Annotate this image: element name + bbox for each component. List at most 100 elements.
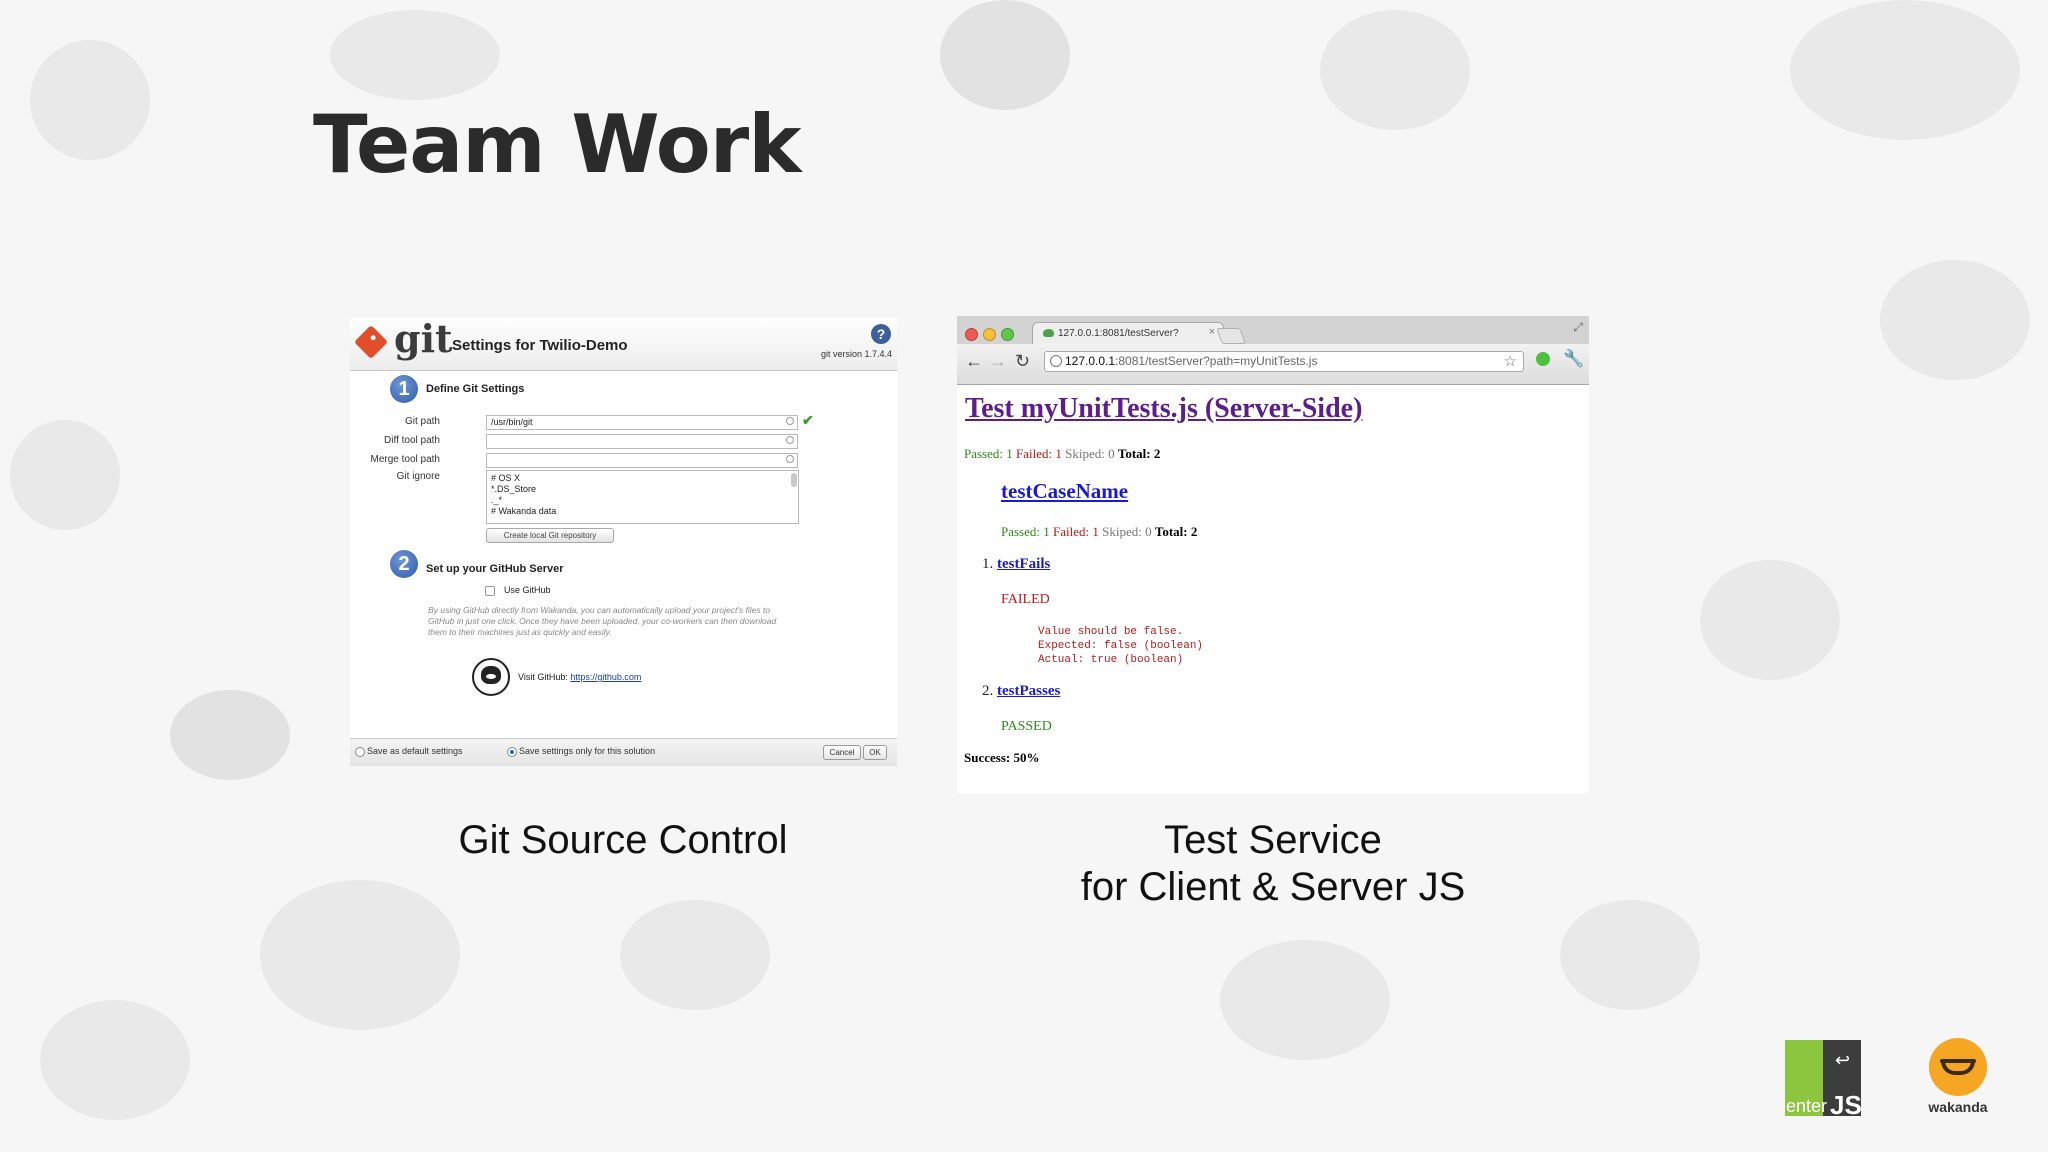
use-github-checkbox[interactable] xyxy=(485,586,495,596)
test-item: 2. testPasses xyxy=(982,683,1060,700)
octocat-icon xyxy=(472,658,510,696)
search-icon xyxy=(786,417,794,425)
git-path-value: /usr/bin/git xyxy=(491,417,533,427)
git-dialog-footer: Save as default settings Save settings o… xyxy=(350,738,897,766)
page-heading[interactable]: Test myUnitTests.js (Server-Side) xyxy=(965,393,1362,425)
total-count: Total: 2 xyxy=(1154,524,1198,539)
total-count: Total: 2 xyxy=(1117,446,1161,461)
wakanda-text: wakanda xyxy=(1928,1099,1988,1115)
textarea-scrollbar[interactable] xyxy=(791,473,797,487)
github-description: By using GitHub directly from Wakanda, y… xyxy=(428,605,777,637)
merge-tool-input[interactable] xyxy=(486,453,798,468)
git-dialog-title: Settings for Twilio-Demo xyxy=(452,337,628,354)
extension-icon[interactable] xyxy=(1536,352,1550,366)
visit-github-label: Visit GitHub: xyxy=(518,672,568,682)
git-logo-text: git xyxy=(394,318,453,361)
save-solution-radio[interactable] xyxy=(507,747,517,757)
failure-message: Value should be false. Expected: false (… xyxy=(1038,626,1204,666)
case-summary: Passed: 1 Failed: 1 Skiped: 0 Total: 2 xyxy=(1001,524,1197,540)
browser-tab[interactable]: 127.0.0.1:8081/testServer? × xyxy=(1032,322,1224,345)
save-solution-label: Save settings only for this solution xyxy=(519,746,656,756)
minimize-window-icon[interactable] xyxy=(983,328,996,341)
back-icon[interactable]: ← xyxy=(965,352,983,370)
test-results-page: Test myUnitTests.js (Server-Side) Passed… xyxy=(957,385,1589,793)
diff-tool-label: Diff tool path xyxy=(384,435,440,446)
checkmark-icon: ✔ xyxy=(802,412,814,428)
step-2-icon: 2 xyxy=(390,550,418,578)
test-name-link[interactable]: testFails xyxy=(997,556,1050,572)
git-ignore-textarea[interactable]: # OS X *.DS_Store ._* # Wakanda data xyxy=(486,470,799,524)
search-icon xyxy=(786,436,794,444)
skipped-count: Skiped: 0 xyxy=(1065,446,1115,461)
save-default-radio[interactable] xyxy=(355,747,365,757)
tab-close-icon[interactable]: × xyxy=(1209,326,1215,338)
test-case-heading[interactable]: testCaseName xyxy=(1001,479,1128,504)
git-ignore-label: Git ignore xyxy=(396,471,440,482)
browser-chrome: 127.0.0.1:8081/testServer? × ⤢ ← → ↻ 127… xyxy=(957,316,1589,385)
visit-github-text: Visit GitHub: https://github.com xyxy=(518,672,641,682)
enterjs-js-text: JS xyxy=(1830,1090,1862,1120)
git-logo-icon xyxy=(354,325,388,359)
search-icon xyxy=(786,455,794,463)
ignore-line: # Wakanda data xyxy=(491,506,557,516)
test-name-link[interactable]: testPasses xyxy=(997,683,1060,699)
passed-count: Passed: 1 xyxy=(964,446,1013,461)
url-bar[interactable]: 127.0.0.1:8081/testServer?path=myUnitTes… xyxy=(1044,351,1524,372)
help-icon[interactable]: ? xyxy=(871,324,891,344)
reload-icon[interactable]: ↻ xyxy=(1015,352,1030,370)
failed-count: Failed: 1 xyxy=(1016,446,1062,461)
url-host: 127.0.0.1 xyxy=(1065,354,1116,368)
ignore-line: # OS X xyxy=(491,473,521,483)
test-item: 1. testFails xyxy=(982,556,1050,573)
ok-button[interactable]: OK xyxy=(863,745,887,760)
zoom-window-icon[interactable] xyxy=(1001,328,1014,341)
wrench-icon[interactable]: 🔧 xyxy=(1563,349,1584,369)
fullscreen-icon[interactable]: ⤢ xyxy=(1573,320,1583,335)
git-path-input[interactable]: /usr/bin/git xyxy=(486,415,798,430)
cancel-button[interactable]: Cancel xyxy=(823,745,861,760)
slide-title: Team Work xyxy=(313,98,801,191)
diff-tool-input[interactable] xyxy=(486,434,798,449)
ignore-line: *.DS_Store xyxy=(491,484,537,494)
test-caption: Test Service for Client & Server JS xyxy=(1033,817,1513,911)
git-caption: Git Source Control xyxy=(458,818,788,862)
skipped-count: Skiped: 0 xyxy=(1102,524,1152,539)
git-dialog-header: git Settings for Twilio-Demo ? git versi… xyxy=(350,318,897,371)
tab-title: 127.0.0.1:8081/testServer? xyxy=(1058,328,1179,339)
enterjs-logo: ↩ enter JS xyxy=(1785,1040,1862,1120)
url-text: 127.0.0.1:8081/testServer?path=myUnitTes… xyxy=(1065,354,1317,368)
browser-toolbar: ← → ↻ 127.0.0.1:8081/testServer?path=myU… xyxy=(957,344,1589,384)
test-status-failed: FAILED xyxy=(1001,592,1050,607)
create-repo-button[interactable]: Create local Git repository xyxy=(486,528,614,543)
success-rate: Success: 50% xyxy=(964,750,1040,765)
url-path: :8081/testServer?path=myUnitTests.js xyxy=(1115,354,1318,368)
close-window-icon[interactable] xyxy=(965,328,978,341)
globe-icon xyxy=(1050,355,1062,367)
save-default-label: Save as default settings xyxy=(367,746,463,756)
test-number: 1. xyxy=(982,556,994,572)
step-1-icon: 1 xyxy=(390,375,418,403)
star-icon[interactable]: ☆ xyxy=(1504,352,1517,370)
forward-icon[interactable]: → xyxy=(989,352,1007,370)
wakanda-logo: wakanda xyxy=(1926,1038,1990,1116)
step-1-title: Define Git Settings xyxy=(426,383,525,395)
browser-window: 127.0.0.1:8081/testServer? × ⤢ ← → ↻ 127… xyxy=(957,316,1589,793)
git-version: git version 1.7.4.4 xyxy=(820,349,892,359)
test-caption-line1: Test Service xyxy=(1164,818,1382,862)
overall-summary: Passed: 1 Failed: 1 Skiped: 0 Total: 2 xyxy=(964,446,1160,462)
new-tab-button[interactable] xyxy=(1216,328,1246,344)
failed-count: Failed: 1 xyxy=(1053,524,1099,539)
step-2-title: Set up your GitHub Server xyxy=(426,563,564,575)
return-arrow-icon: ↩ xyxy=(1835,1050,1851,1070)
merge-tool-label: Merge tool path xyxy=(370,454,441,465)
passed-count: Passed: 1 xyxy=(1001,524,1050,539)
git-path-label: Git path xyxy=(404,416,440,427)
ignore-line: ._* xyxy=(491,495,503,505)
test-number: 2. xyxy=(982,683,994,699)
test-status-passed: PASSED xyxy=(1001,719,1052,734)
wakanda-favicon-icon xyxy=(1043,329,1054,337)
git-settings-dialog: git Settings for Twilio-Demo ? git versi… xyxy=(350,318,897,766)
test-caption-line2: for Client & Server JS xyxy=(1080,865,1466,909)
enterjs-enter-text: enter xyxy=(1786,1096,1828,1116)
github-link[interactable]: https://github.com xyxy=(570,672,641,682)
